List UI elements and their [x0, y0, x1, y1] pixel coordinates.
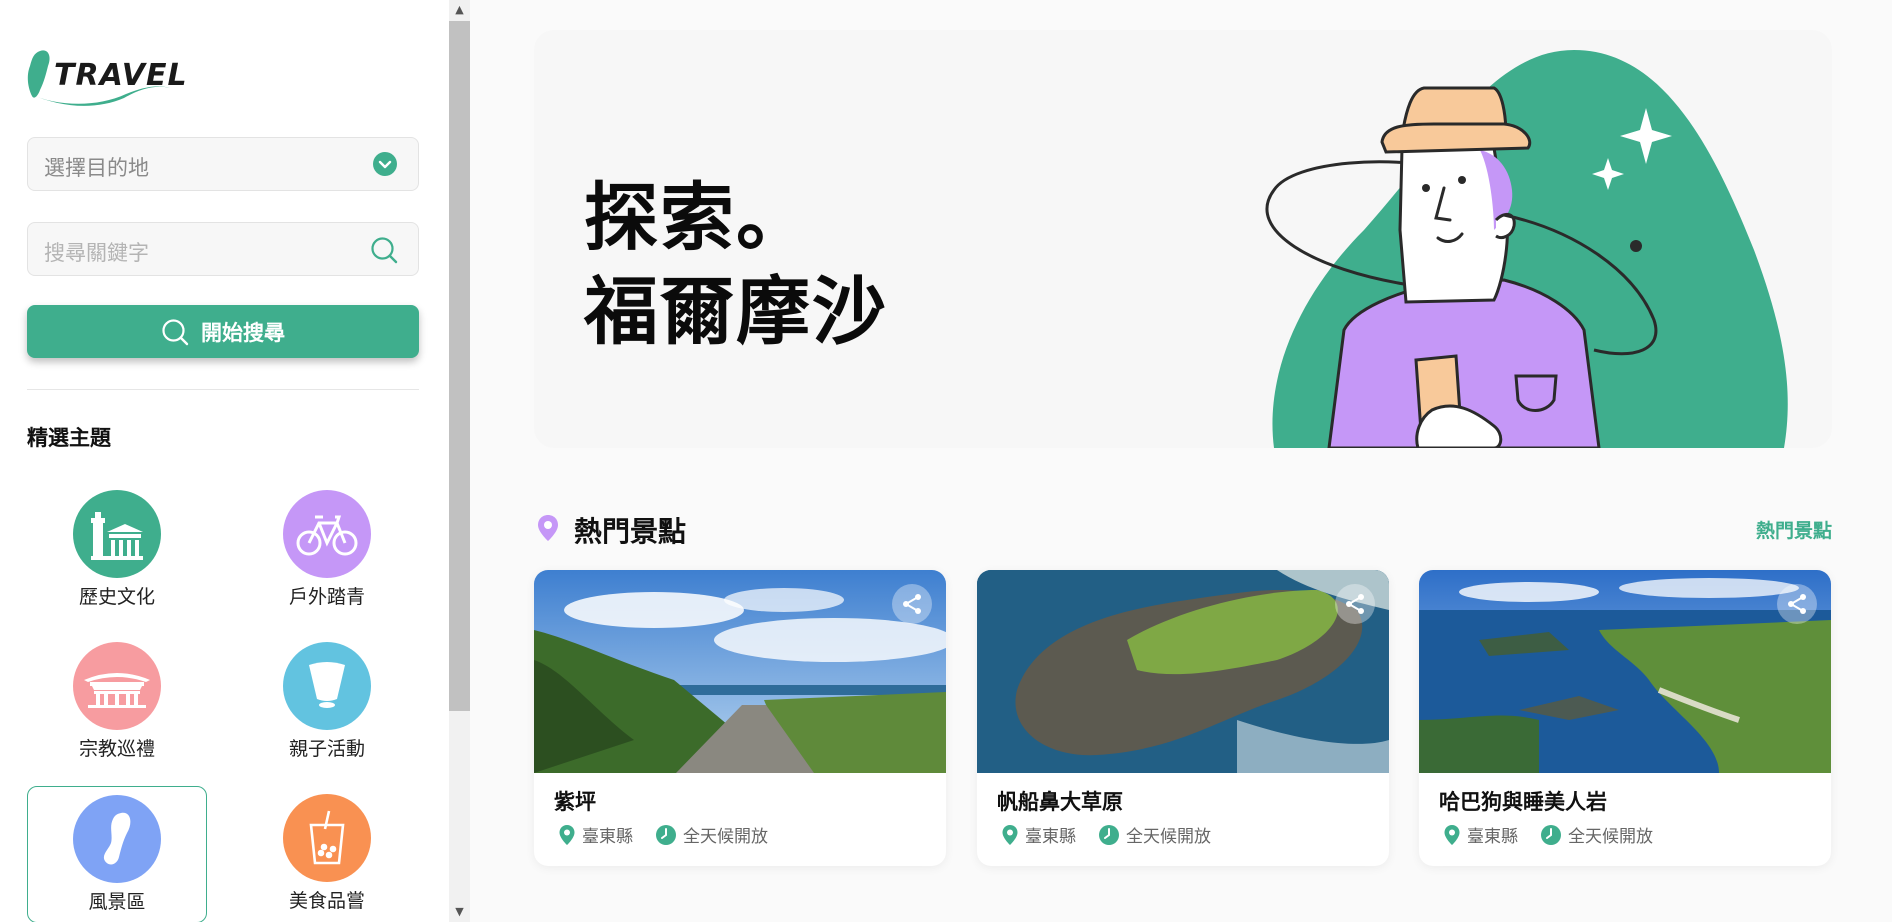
- sidebar-scrollbar[interactable]: ▲ ▼: [449, 0, 470, 922]
- keyword-search-input[interactable]: 搜尋關鍵字: [27, 222, 419, 276]
- spot-county: 臺東縣: [582, 827, 633, 847]
- scroll-down-icon[interactable]: ▼: [449, 902, 470, 922]
- chevron-down-icon[interactable]: [372, 151, 398, 181]
- search-icon[interactable]: [370, 236, 398, 268]
- theme-history-culture[interactable]: 歷史文化: [27, 482, 207, 620]
- spot-hours: 全天候開放: [1568, 827, 1653, 847]
- location-pin-icon: [1002, 824, 1018, 845]
- bubble-tea-icon: [283, 794, 371, 882]
- theme-family[interactable]: 親子活動: [237, 634, 417, 772]
- theme-outdoor[interactable]: 戶外踏青: [237, 482, 417, 620]
- scroll-up-icon[interactable]: ▲: [449, 0, 470, 20]
- theme-scenic-area[interactable]: 風景區: [27, 786, 207, 922]
- hero-title-line1: 探索。: [584, 175, 812, 261]
- logo-text: TRAVEL: [54, 58, 188, 93]
- hero-banner: 探索。 福爾摩沙: [534, 30, 1832, 448]
- spot-county: 臺東縣: [1467, 827, 1518, 847]
- shrine-icon: [73, 642, 161, 730]
- keyword-search-placeholder: 搜尋關鍵字: [44, 241, 149, 265]
- taiwan-map-icon: [73, 795, 161, 883]
- destination-select[interactable]: 選擇目的地: [27, 137, 419, 191]
- theme-label: 戶外踏青: [288, 586, 365, 608]
- share-icon[interactable]: [892, 584, 932, 624]
- travel-logo[interactable]: TRAVEL: [26, 48, 187, 110]
- lantern-icon: [283, 642, 371, 730]
- spot-card[interactable]: 帆船鼻大草原 臺東縣 全天候開放: [977, 570, 1389, 866]
- clock-icon: [656, 824, 676, 845]
- spot-card[interactable]: 哈巴狗與睡美人岩 臺東縣 全天候開放: [1419, 570, 1831, 866]
- spot-meta: 臺東縣 全天候開放: [558, 822, 790, 847]
- temple-tower-icon: [73, 490, 161, 578]
- spot-name: 紫坪: [554, 790, 596, 814]
- start-search-label: 開始搜尋: [201, 320, 285, 345]
- spot-meta: 臺東縣 全天候開放: [1001, 822, 1233, 847]
- scrollbar-thumb[interactable]: [449, 21, 470, 711]
- hero-title-line2: 福爾摩沙: [584, 269, 888, 355]
- bicycle-icon: [283, 490, 371, 578]
- location-pin-icon: [559, 824, 575, 845]
- sidebar: TRAVEL 選擇目的地 搜尋關鍵字 開始搜尋 精選主題 歷史文化 戶外踏青 宗…: [0, 0, 449, 922]
- popular-spots-title: 熱門景點: [574, 515, 687, 548]
- start-search-button[interactable]: 開始搜尋: [27, 305, 419, 358]
- traveler-illustration: [1265, 50, 1788, 448]
- spot-name: 帆船鼻大草原: [997, 790, 1123, 814]
- theme-religion[interactable]: 宗教巡禮: [27, 634, 207, 772]
- divider: [27, 389, 419, 390]
- destination-select-value: 選擇目的地: [44, 156, 149, 180]
- theme-label: 歷史文化: [78, 586, 155, 608]
- theme-label: 美食品嘗: [288, 890, 365, 912]
- popular-spots-more-link[interactable]: 熱門景點: [1756, 516, 1832, 543]
- spot-photo: [534, 570, 946, 773]
- theme-label: 親子活動: [288, 738, 365, 760]
- share-icon[interactable]: [1777, 584, 1817, 624]
- spot-county: 臺東縣: [1025, 827, 1076, 847]
- featured-themes-title: 精選主題: [27, 426, 111, 450]
- clock-icon: [1099, 824, 1119, 845]
- spot-meta: 臺東縣 全天候開放: [1443, 822, 1675, 847]
- spot-name: 哈巴狗與睡美人岩: [1439, 790, 1607, 814]
- spot-photo: [1419, 570, 1831, 773]
- spot-hours: 全天候開放: [683, 827, 768, 847]
- clock-icon: [1541, 824, 1561, 845]
- spot-photo: [977, 570, 1389, 773]
- theme-label: 風景區: [88, 891, 146, 913]
- map-pin-icon: [538, 515, 558, 541]
- theme-food[interactable]: 美食品嘗: [237, 786, 417, 922]
- theme-label: 宗教巡禮: [78, 738, 155, 760]
- location-pin-icon: [1444, 824, 1460, 845]
- spot-card[interactable]: 紫坪 臺東縣 全天候開放: [534, 570, 946, 866]
- share-icon[interactable]: [1335, 584, 1375, 624]
- search-icon: [162, 318, 189, 345]
- spot-hours: 全天候開放: [1126, 827, 1211, 847]
